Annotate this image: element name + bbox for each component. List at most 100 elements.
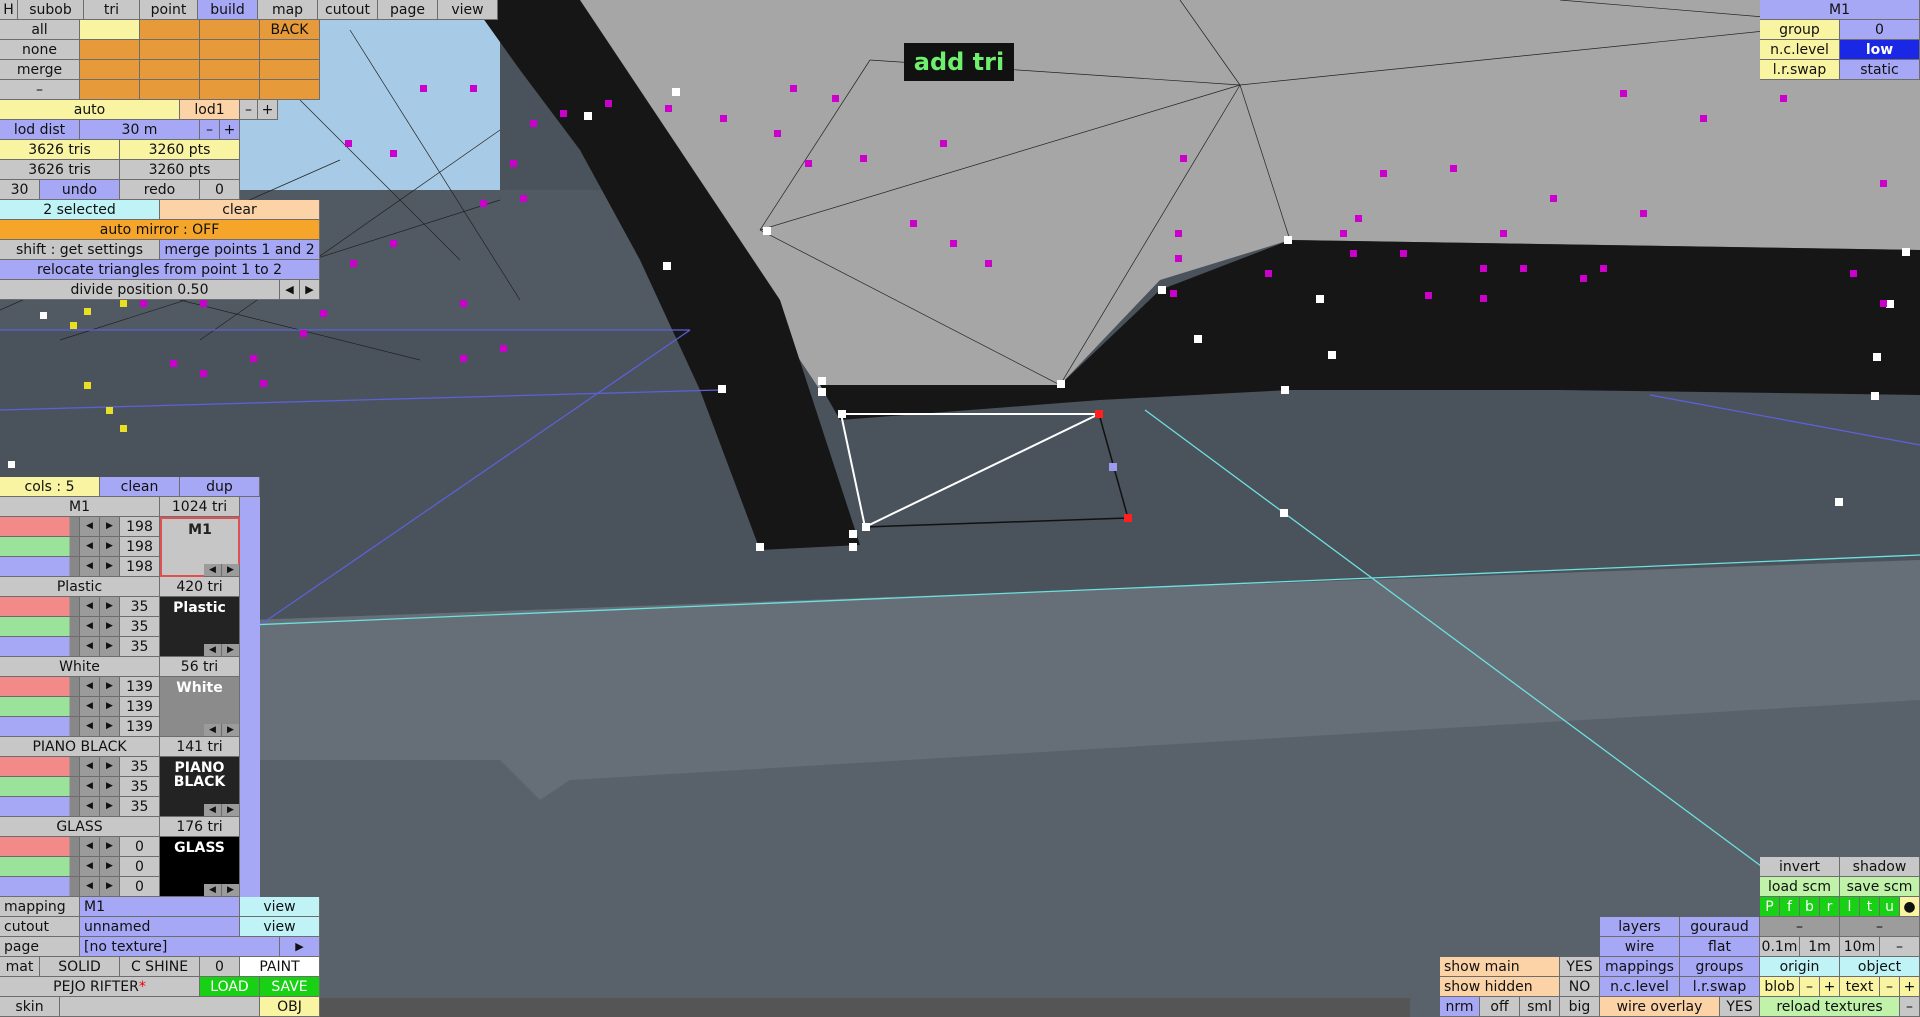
load-button[interactable]: LOAD [200,977,260,997]
nc-level-button[interactable]: n.c.level [1600,977,1680,997]
lod-level[interactable]: lod1 [180,100,240,120]
green-channel-slider[interactable] [0,697,80,717]
flag-toggle-0[interactable]: P [1760,897,1780,917]
green-channel-slider[interactable] [0,777,80,797]
groups-button[interactable]: groups [1680,957,1760,977]
material-name[interactable]: M1 [0,497,160,517]
color-slot-11[interactable] [260,60,320,80]
color-slot-13[interactable] [140,80,200,100]
nc-level-value[interactable]: low [1840,40,1920,60]
red-channel-slider[interactable] [0,677,80,697]
red-channel-slider[interactable] [0,597,80,617]
channel-value[interactable]: 35 [120,797,160,817]
obj-button[interactable]: OBJ [260,997,320,1017]
channel-increase-icon[interactable]: ▶ [100,637,120,657]
snap-minus[interactable]: – [1880,937,1920,957]
scrollbar[interactable] [290,998,1410,1017]
back-button[interactable]: BACK [260,20,320,40]
lod-dist-minus[interactable]: – [200,120,220,140]
invert-button[interactable]: invert [1760,857,1840,877]
channel-value[interactable]: 198 [120,517,160,537]
color-slot-9[interactable] [140,60,200,80]
swatch-right-icon[interactable]: ▶ [222,804,240,817]
channel-decrease-icon[interactable]: ◀ [80,517,100,537]
menu-h-button[interactable]: H [0,0,18,20]
flag-toggle-3[interactable]: r [1820,897,1840,917]
blob-plus[interactable]: + [1820,977,1840,997]
cutout-value[interactable]: unnamed [80,917,240,937]
material-name[interactable]: GLASS [0,817,160,837]
channel-value[interactable]: 35 [120,597,160,617]
dup-button[interactable]: dup [180,477,260,497]
cutout-view-button[interactable]: view [240,917,320,937]
text-minus[interactable]: – [1880,977,1900,997]
red-channel-slider[interactable] [0,757,80,777]
save-scm-button[interactable]: save scm [1840,877,1920,897]
channel-increase-icon[interactable]: ▶ [100,697,120,717]
shadow-button[interactable]: shadow [1840,857,1920,877]
channel-increase-icon[interactable]: ▶ [100,617,120,637]
nrm-button[interactable]: nrm [1440,997,1480,1017]
menu-map[interactable]: map [258,0,318,20]
clean-button[interactable]: clean [100,477,180,497]
swatch-right-icon[interactable]: ▶ [222,564,240,577]
swatch-right-icon[interactable]: ▶ [222,724,240,737]
reload-textures-button[interactable]: reload textures [1760,997,1900,1017]
channel-value[interactable]: 198 [120,557,160,577]
flat-button[interactable]: flat [1680,937,1760,957]
channel-value[interactable]: 35 [120,617,160,637]
menu-point[interactable]: point [140,0,198,20]
material-name[interactable]: Plastic [0,577,160,597]
color-slot-7[interactable] [260,40,320,60]
reload-minus[interactable]: – [1900,997,1920,1017]
channel-value[interactable]: 139 [120,717,160,737]
color-slot-3[interactable] [200,20,260,40]
color-slot-8[interactable] [80,60,140,80]
green-channel-slider[interactable] [0,537,80,557]
channel-value[interactable]: 139 [120,677,160,697]
show-hidden-label[interactable]: show hidden [1440,977,1560,997]
blue-channel-slider[interactable] [0,717,80,737]
menu-view[interactable]: view [438,0,498,20]
skin-value[interactable] [60,997,260,1017]
swatch-left-icon[interactable]: ◀ [204,804,222,817]
channel-increase-icon[interactable]: ▶ [100,797,120,817]
color-slot-6[interactable] [200,40,260,60]
material-name[interactable]: White [0,657,160,677]
channel-value[interactable]: 35 [120,777,160,797]
load-scm-button[interactable]: load scm [1760,877,1840,897]
get-settings-button[interactable]: shift : get settings [0,240,160,260]
swatch-left-icon[interactable]: ◀ [204,724,222,737]
merge-button[interactable]: merge [0,60,80,80]
blue-channel-slider[interactable] [0,637,80,657]
color-slot-5[interactable] [140,40,200,60]
lr-swap-button[interactable]: l.r.swap [1680,977,1760,997]
channel-decrease-icon[interactable]: ◀ [80,617,100,637]
blue-channel-slider[interactable] [0,877,80,897]
green-channel-slider[interactable] [0,617,80,637]
channel-decrease-icon[interactable]: ◀ [80,857,100,877]
channel-value[interactable]: 35 [120,637,160,657]
color-slot-15[interactable] [260,80,320,100]
page-next-icon[interactable]: ▶ [280,937,320,957]
menu-build[interactable]: build [198,0,258,20]
menu-cutout[interactable]: cutout [318,0,378,20]
channel-value[interactable]: 0 [120,877,160,897]
undo-button[interactable]: undo [40,180,120,200]
page-value[interactable]: [no texture] [80,937,280,957]
channel-increase-icon[interactable]: ▶ [100,757,120,777]
channel-decrease-icon[interactable]: ◀ [80,697,100,717]
channel-decrease-icon[interactable]: ◀ [80,677,100,697]
snap-10m[interactable]: 10m [1840,937,1880,957]
layers-button[interactable]: layers [1600,917,1680,937]
channel-increase-icon[interactable]: ▶ [100,597,120,617]
color-slot-4[interactable] [80,40,140,60]
redo-button[interactable]: redo [120,180,200,200]
file-name[interactable]: PEJO RIFTER * [0,977,200,997]
menu-page[interactable]: page [378,0,438,20]
dash-button[interactable]: – [0,80,80,100]
origin-button[interactable]: origin [1760,957,1840,977]
flag-toggle-7[interactable]: ● [1900,897,1920,917]
channel-increase-icon[interactable]: ▶ [100,717,120,737]
channel-decrease-icon[interactable]: ◀ [80,797,100,817]
